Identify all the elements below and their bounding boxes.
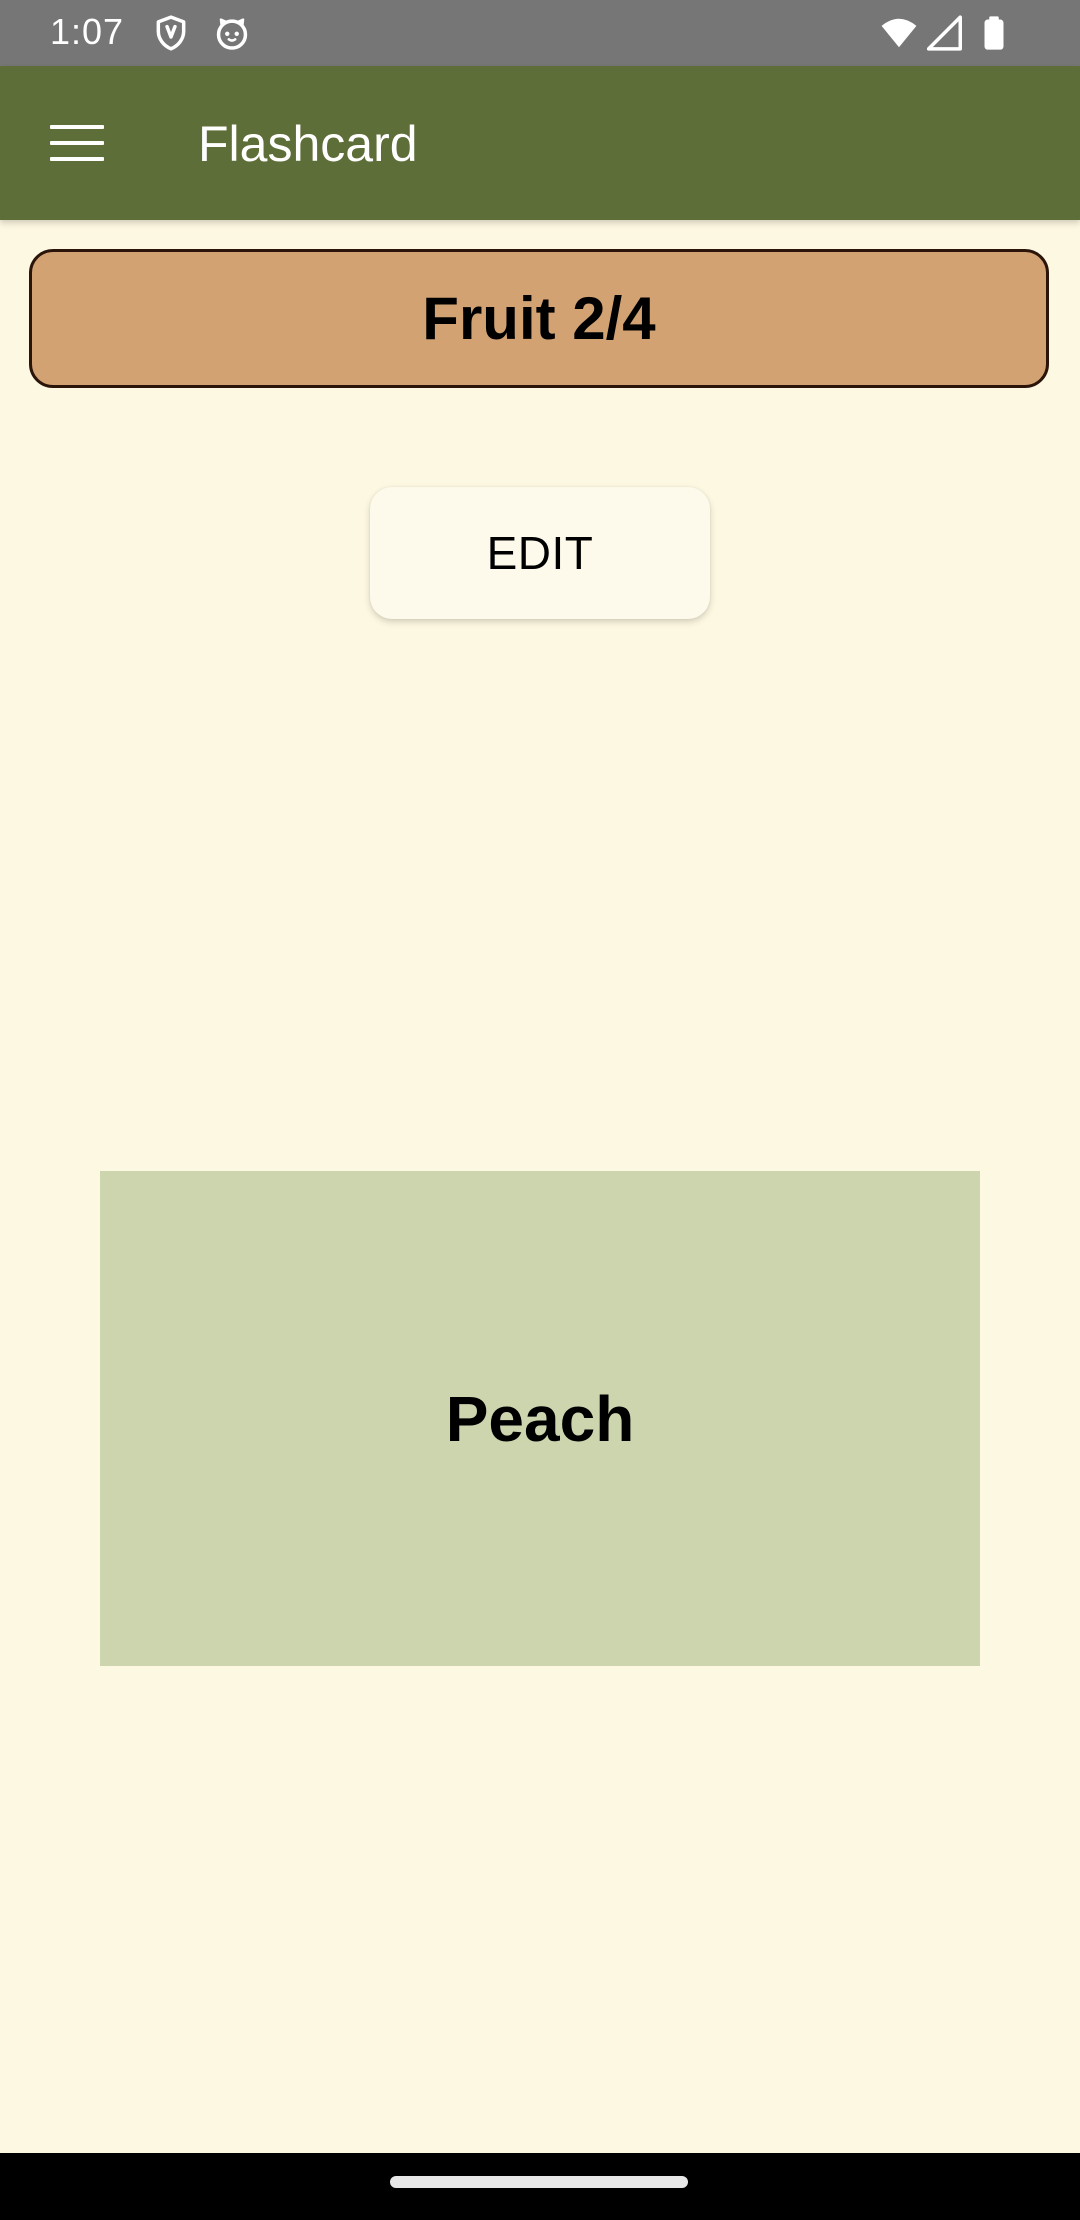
- status-time: 1:07: [50, 11, 125, 52]
- status-bar: 1:07: [0, 0, 1080, 66]
- hamburger-menu-icon: [50, 125, 104, 161]
- cell-signal-icon: [927, 15, 962, 51]
- shield-icon: [156, 15, 186, 51]
- deck-title: Fruit 2/4: [422, 285, 656, 352]
- app-title: Flashcard: [198, 116, 418, 172]
- flashcard-text: Peach: [445, 1382, 635, 1455]
- battery-icon: [984, 16, 1004, 50]
- app-bar: Flashcard: [0, 66, 1080, 220]
- navigation-bar: [0, 2153, 1080, 2220]
- edit-button-label: EDIT: [486, 527, 594, 579]
- cat-face-icon: [216, 18, 248, 50]
- edit-button[interactable]: EDIT: [370, 487, 710, 619]
- home-gesture-handle[interactable]: [390, 2176, 688, 2188]
- wifi-icon: [881, 18, 917, 48]
- menu-button[interactable]: [30, 106, 124, 180]
- flashcard[interactable]: Peach: [100, 1171, 980, 1666]
- deck-header: Fruit 2/4: [29, 249, 1049, 388]
